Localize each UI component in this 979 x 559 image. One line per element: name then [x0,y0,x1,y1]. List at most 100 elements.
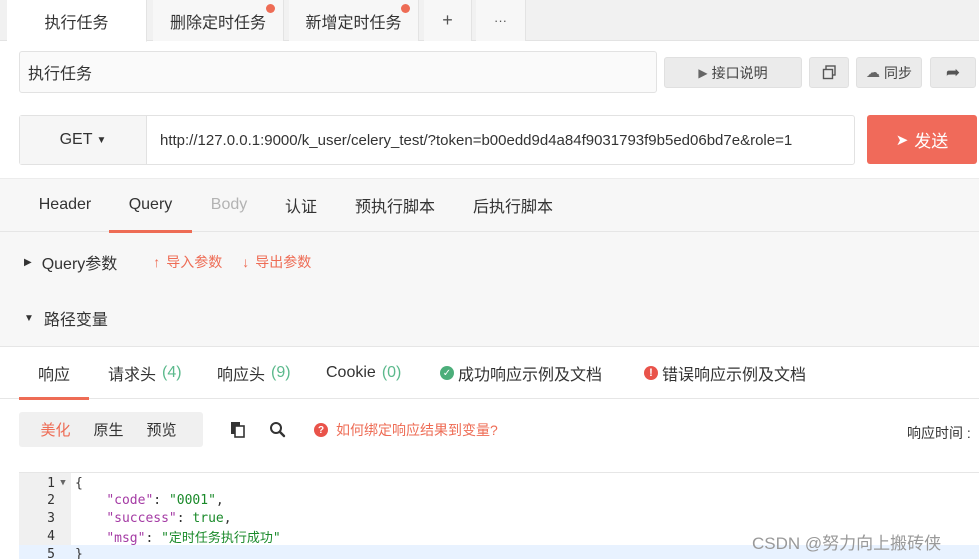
line-number: 2 [47,492,55,508]
paper-plane-icon: ➤ [895,131,909,149]
send-button[interactable]: ➤ 发送 [867,115,977,164]
tab-query[interactable]: Query [109,178,192,233]
question-circle-icon: ? [314,423,328,437]
line-number: 5 [47,546,55,559]
path-vars-label[interactable]: 路径变量 [44,306,108,330]
cloud-upload-icon: ☁ [866,64,880,80]
watermark: CSDN @努力向上搬砖侠 [752,534,942,553]
code-text: "msg": "定时任务执行成功" [106,530,281,546]
caret-down-icon: ▼ [96,134,107,146]
exclamation-circle-icon: ! [644,366,658,380]
copy-icon [822,65,836,80]
copy-response-icon[interactable] [229,421,246,438]
tab-error-doc[interactable]: ! 错误响应示例及文档 [644,347,806,399]
tab-label: 响应头 [217,367,266,384]
export-params-label: 导出参数 [255,254,312,270]
api-doc-label: 接口说明 [711,64,768,81]
search-icon[interactable] [269,421,286,438]
bind-response-help-label: 如何绑定响应结果到变量? [336,422,498,438]
tab-post-script[interactable]: 后执行脚本 [458,178,568,232]
more-icon: ··· [494,13,507,28]
tab-cookie[interactable]: Cookie (0) [326,347,401,399]
caret-right-icon[interactable]: ▶ [24,257,32,268]
tab-label: 删除定时任务 [169,14,266,32]
tab-delete-scheduled-task[interactable]: 删除定时任务 [153,0,284,41]
view-raw-button[interactable]: 原生 [82,419,135,440]
line-number: 4 [47,528,55,544]
send-label: 发送 [914,132,949,151]
tab-bar: 执行任务 删除定时任务 新增定时任务 + ··· [0,0,979,42]
tab-label: Header [38,196,92,213]
request-tabs: Header Query Body 认证 预执行脚本 后执行脚本 [0,178,979,233]
api-doc-button[interactable]: ▶ 接口说明 [664,57,802,88]
unsaved-dot [401,4,410,13]
share-button[interactable]: ➦ [930,57,976,88]
tab-add-scheduled-task[interactable]: 新增定时任务 [289,0,419,41]
check-circle-icon: ✓ [440,366,454,380]
response-time-label: 响应时间 : [907,425,971,441]
code-text: { [75,475,83,491]
line-number: 3 [47,510,55,526]
caret-down-icon[interactable]: ▼ [24,313,34,324]
copy-button[interactable] [809,57,849,88]
method-select[interactable]: GET ▼ [20,116,147,164]
url-input[interactable]: http://127.0.0.1:9000/k_user/celery_test… [160,116,850,164]
code-text: "success": true, [106,510,232,526]
view-mode-toggle: 美化 原生 预览 [19,412,203,447]
code-line: 1 ▼ { [19,474,979,492]
tab-label: 执行任务 [44,14,109,32]
tab-label: 新增定时任务 [305,14,402,32]
tab-label: 后执行脚本 [472,199,553,216]
tab-label: Query [128,196,173,213]
tab-success-doc[interactable]: ✓ 成功响应示例及文档 [440,347,602,399]
line-number: 1 [47,475,55,491]
view-pretty-button[interactable]: 美化 [29,419,82,440]
unsaved-dot [266,4,275,13]
add-tab-button[interactable]: + [424,0,472,41]
share-icon: ➦ [945,62,961,82]
api-title-value: 执行任务 [28,66,93,83]
tab-label: 预执行脚本 [354,199,435,216]
tab-label: 请求头 [108,367,157,384]
more-tabs-button[interactable]: ··· [476,0,526,41]
count-badge: (0) [381,364,402,381]
tab-label: 认证 [284,199,317,216]
sync-button[interactable]: ☁ 同步 [856,57,922,88]
tab-body[interactable]: Body [196,178,262,232]
tab-response[interactable]: 响应 [19,347,89,400]
import-params-link[interactable]: ↑ 导入参数 [153,252,222,272]
tab-header[interactable]: Header [24,178,106,232]
export-params-link[interactable]: ↓ 导出参数 [242,252,311,272]
tab-auth[interactable]: 认证 [266,178,336,232]
tab-pre-script[interactable]: 预执行脚本 [340,178,450,232]
tab-label: Cookie [326,364,376,381]
sync-label: 同步 [884,64,912,81]
tab-request-headers[interactable]: 请求头 (4) [108,347,182,399]
plus-icon: + [442,10,453,30]
import-params-label: 导入参数 [166,254,223,270]
path-vars-row: ▼ 路径变量 [24,306,108,330]
view-preview-button[interactable]: 预览 [135,419,188,440]
api-title-input[interactable]: 执行任务 [19,51,657,93]
bind-response-help-link[interactable]: ? 如何绑定响应结果到变量? [314,420,498,440]
code-text: "code": "0001", [106,492,224,508]
query-params-label[interactable]: Query参数 [42,250,118,274]
tab-response-headers[interactable]: 响应头 (9) [217,347,291,399]
caret-right-icon: ▶ [698,65,708,80]
response-tabs: 响应 请求头 (4) 响应头 (9) Cookie (0) ✓ 成功响应示例及文… [0,346,979,400]
tab-label: 成功响应示例及文档 [458,367,603,384]
request-bar: GET ▼ http://127.0.0.1:9000/k_user/celer… [19,115,855,165]
tab-label: Body [210,196,248,213]
method-value: GET [59,131,93,148]
arrow-up-icon: ↑ [153,254,161,270]
arrow-down-icon: ↓ [242,254,250,270]
tab-execute-task[interactable]: 执行任务 [7,0,147,42]
count-badge: (9) [271,364,291,381]
tab-label: 错误响应示例及文档 [662,367,807,384]
count-badge: (4) [162,364,182,381]
fold-caret-icon[interactable]: ▼ [55,478,71,488]
code-text: } [75,546,83,559]
url-value: http://127.0.0.1:9000/k_user/celery_test… [160,131,793,149]
tab-label: 响应 [38,367,71,384]
code-line: 3 "success": true, [19,509,979,527]
